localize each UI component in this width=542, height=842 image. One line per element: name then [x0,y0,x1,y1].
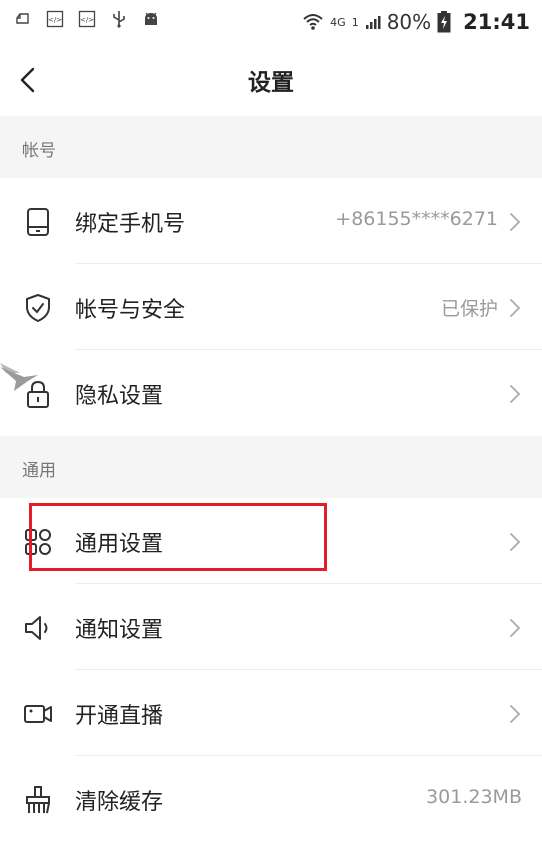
row-start-live[interactable]: 开通直播 [0,670,542,756]
battery-charging-icon [437,11,451,33]
svg-text:</>: </> [80,16,94,24]
section-header-account: 帐号 [0,116,542,178]
chevron-right-icon [510,705,521,723]
row-general-settings[interactable]: 通用设置 [0,498,542,584]
status-bar-notifications: </> </> [14,10,160,28]
status-bar-system: 4G 1 80% 21:41 [302,8,530,36]
android-icon [145,12,157,25]
shield-icon [26,294,50,322]
row-value: +86155****6271 [335,208,498,230]
row-label: 通知设置 [75,618,164,643]
grid-icon [25,529,51,555]
row-clear-cache[interactable]: 清除缓存 301.23MB [0,756,542,842]
wifi-icon [303,14,323,30]
watermark-bird-icon [0,363,38,391]
signal-icon [365,16,381,29]
section-title: 帐号 [22,141,56,161]
row-label: 清除缓存 [75,790,164,815]
chevron-right-icon [510,533,521,551]
row-label: 开通直播 [75,704,164,729]
status-bar: </> </> 4G 1 80% 21:41 [0,0,542,44]
code-icon: </> [46,10,64,28]
phone-icon [27,208,49,236]
network-type: 4G [330,15,346,29]
section-title: 通用 [22,461,56,481]
header: 设置 [0,44,542,116]
row-notification-settings[interactable]: 通知设置 [0,584,542,670]
row-bind-phone[interactable]: 绑定手机号 +86155****6271 [0,178,542,264]
section-header-general: 通用 [0,436,542,498]
cloud-icon [16,13,29,24]
clock: 21:41 [463,10,530,34]
row-account-security[interactable]: 帐号与安全 已保护 [0,264,542,350]
row-label: 隐私设置 [75,384,164,409]
usb-icon [113,11,125,28]
row-label: 帐号与安全 [75,298,186,323]
code-icon: </> [78,10,96,28]
svg-text:</>: </> [48,16,62,24]
speaker-icon [25,616,48,640]
broom-icon [26,786,50,814]
page-title: 设置 [248,70,294,96]
signal-slot: 1 [351,15,359,29]
row-value: 已保护 [440,298,498,320]
row-value: 301.23MB [426,786,522,808]
chevron-right-icon [510,385,521,403]
video-camera-icon [24,705,52,723]
chevron-right-icon [510,619,521,637]
chevron-right-icon [510,213,521,231]
row-label: 通用设置 [75,532,164,557]
row-label: 绑定手机号 [75,212,186,237]
chevron-right-icon [510,299,521,317]
battery-percent: 80% [386,10,432,34]
row-privacy-settings[interactable]: 隐私设置 [0,350,542,436]
